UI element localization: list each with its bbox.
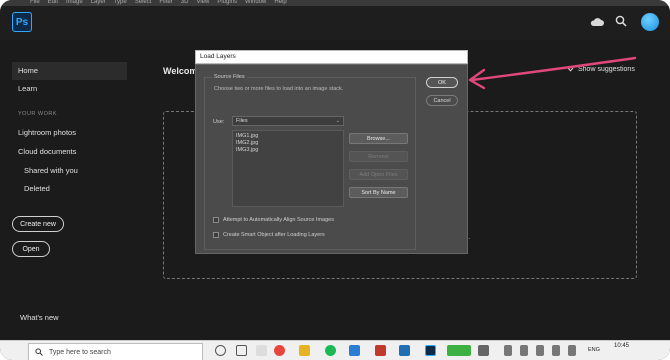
ok-button[interactable]: OK (426, 77, 458, 88)
search-icon (35, 348, 43, 356)
use-select[interactable]: Files ⌄ (232, 116, 344, 126)
tray-icon[interactable] (536, 345, 544, 356)
clock[interactable]: 10:45 (614, 342, 629, 350)
photoshop-logo: Ps (12, 12, 32, 32)
app-icon[interactable] (256, 345, 267, 356)
align-images-label: Attempt to Automatically Align Source Im… (223, 217, 334, 223)
app-icon[interactable] (447, 345, 471, 356)
cancel-button[interactable]: Cancel (426, 95, 458, 106)
tray-icon[interactable] (552, 345, 560, 356)
remove-button[interactable]: Remove (349, 151, 408, 162)
sidebar-item-shared-with-you[interactable]: Shared with you (12, 162, 127, 180)
smart-object-checkbox[interactable] (213, 232, 219, 238)
smart-object-label: Create Smart Object after Loading Layers (223, 232, 325, 238)
app-icon[interactable] (399, 345, 410, 356)
app-icon[interactable] (375, 345, 386, 356)
your-work-label: YOUR WORK (18, 111, 58, 117)
sidebar-item-deleted[interactable]: Deleted (12, 180, 127, 198)
file-explorer-icon[interactable] (299, 345, 310, 356)
cloud-icon[interactable] (590, 18, 604, 26)
create-new-button[interactable]: Create new (12, 216, 64, 232)
sidebar-item-lightroom-photos[interactable]: Lightroom photos (12, 124, 127, 142)
taskbar: Type here to search ENG 10:45 (0, 340, 670, 360)
tray-icon[interactable] (520, 345, 528, 356)
chrome-icon[interactable] (274, 345, 285, 356)
sidebar-item-cloud-documents[interactable]: Cloud documents (12, 143, 127, 161)
align-images-checkbox[interactable] (213, 217, 219, 223)
photoshop-window: File Edit Image Layer Type Select Filter… (0, 0, 670, 360)
mail-icon[interactable] (349, 345, 360, 356)
list-item[interactable]: IMG3.jpg (236, 147, 258, 153)
cortana-icon[interactable] (215, 345, 226, 356)
title-bar: Ps (0, 6, 670, 40)
sidebar-item-home[interactable]: Home (12, 62, 127, 80)
file-list[interactable]: IMG1.jpg IMG2.jpg IMG3.jpg (232, 130, 344, 207)
annotation-arrow-icon (468, 56, 637, 90)
task-view-icon[interactable] (236, 345, 247, 356)
align-images-option[interactable]: Attempt to Automatically Align Source Im… (213, 217, 334, 223)
browse-button[interactable]: Browse... (349, 133, 408, 144)
tray-icon[interactable] (504, 345, 512, 356)
source-files-hint: Choose two or more files to load into an… (214, 86, 344, 92)
use-label: Use: (213, 119, 225, 125)
use-select-value: Files (236, 118, 248, 124)
source-files-label: Source Files (212, 74, 247, 80)
avatar[interactable] (641, 13, 659, 31)
open-button[interactable]: Open (12, 241, 50, 257)
whats-new-link[interactable]: What's new (14, 309, 129, 327)
sidebar-item-learn[interactable]: Learn (12, 80, 127, 98)
app-icon[interactable] (478, 345, 489, 356)
list-item[interactable]: IMG2.jpg (236, 140, 258, 146)
language-indicator[interactable]: ENG (588, 347, 600, 353)
sort-by-name-button[interactable]: Sort By Name (349, 187, 408, 198)
smart-object-option[interactable]: Create Smart Object after Loading Layers (213, 232, 325, 238)
tray-icon[interactable] (568, 345, 576, 356)
list-item[interactable]: IMG1.jpg (236, 133, 258, 139)
taskbar-search[interactable]: Type here to search (28, 343, 203, 360)
taskbar-search-placeholder: Type here to search (49, 348, 111, 356)
search-icon[interactable] (615, 15, 627, 27)
chevron-down-icon: ⌄ (335, 118, 340, 124)
add-open-files-button[interactable]: Add Open Files (349, 169, 408, 180)
spotify-icon[interactable] (325, 345, 336, 356)
photoshop-taskbar-icon[interactable] (425, 345, 436, 356)
dialog-title-bar[interactable]: Load Layers (195, 50, 468, 64)
